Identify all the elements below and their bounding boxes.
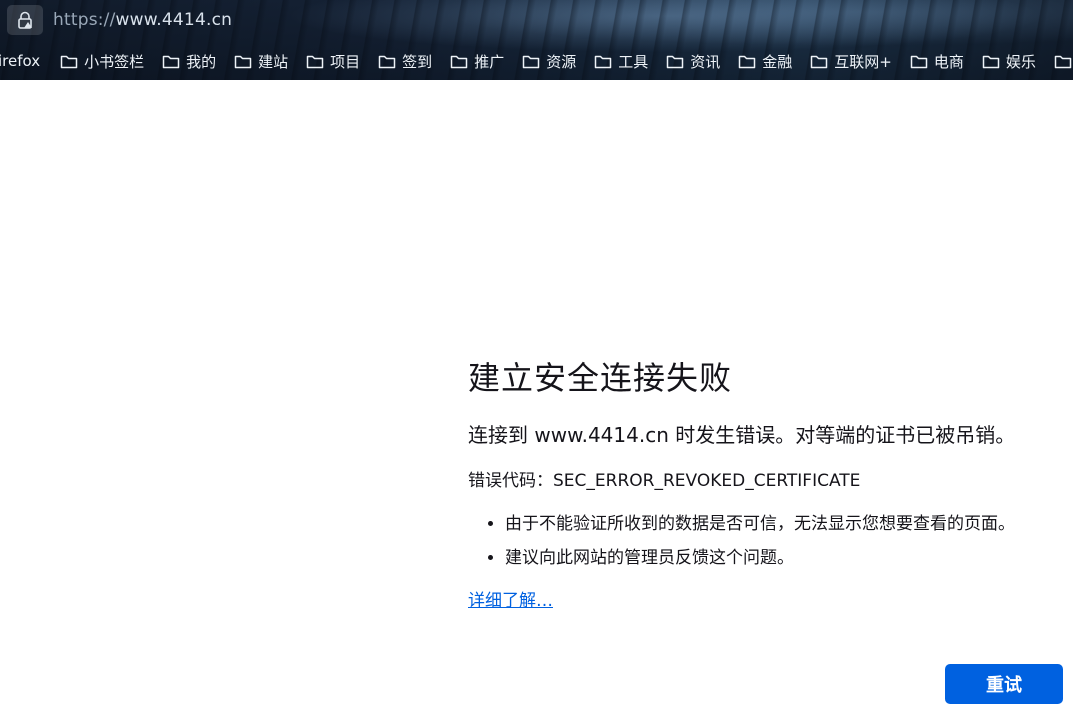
url-text[interactable]: https://www.4414.cn xyxy=(53,10,232,30)
url-host: www.4414.cn xyxy=(115,10,233,30)
bookmark-label: 金融 xyxy=(762,52,793,71)
bookmark-folder[interactable]: 推广 xyxy=(442,46,510,76)
bookmarks-toolbar: irefox 小书签栏 我的 建站 项目 签到 推广 资源 工具 资讯 金融 互… xyxy=(0,42,1073,80)
bookmark-folder[interactable]: 电商 xyxy=(902,46,970,76)
error-code-label: 错误代码： xyxy=(468,471,553,491)
bookmark-folder[interactable]: 项目 xyxy=(298,46,366,76)
error-content: 建立安全连接失败 连接到 www.4414.cn 时发生错误。对等端的证书已被吊… xyxy=(468,355,1068,613)
bookmark-label: irefox xyxy=(0,52,41,70)
bookmark-label: 推广 xyxy=(474,52,505,71)
bookmark-label: 签到 xyxy=(402,52,433,71)
bookmark-firefox[interactable]: irefox xyxy=(0,46,46,76)
bookmark-label: 我的 xyxy=(186,52,217,71)
error-code: SEC_ERROR_REVOKED_CERTIFICATE xyxy=(553,471,861,491)
folder-icon xyxy=(306,54,324,69)
folder-icon xyxy=(234,54,252,69)
bookmark-label: 建站 xyxy=(258,52,289,71)
folder-icon xyxy=(162,54,180,69)
site-info-button[interactable] xyxy=(7,5,43,35)
address-bar[interactable]: https://www.4414.cn xyxy=(0,0,1073,40)
folder-icon xyxy=(738,54,756,69)
list-item: 建议向此网站的管理员反馈这个问题。 xyxy=(505,541,1068,575)
bookmark-folder[interactable]: 签到 xyxy=(370,46,438,76)
bookmark-folder[interactable]: 工具 xyxy=(586,46,654,76)
bookmark-folder[interactable]: 资源 xyxy=(514,46,582,76)
folder-icon xyxy=(594,54,612,69)
bookmark-label: 小书签栏 xyxy=(84,52,145,71)
bookmark-folder[interactable]: 建站 xyxy=(226,46,294,76)
lock-warning-icon xyxy=(18,11,32,29)
folder-icon xyxy=(910,54,928,69)
bookmark-folder[interactable]: 娱乐 xyxy=(974,46,1042,76)
bookmark-folder-overflow[interactable] xyxy=(1046,46,1073,76)
browser-chrome: https://www.4414.cn irefox 小书签栏 我的 建站 项目… xyxy=(0,0,1073,80)
bookmark-label: 互联网+ xyxy=(834,52,892,71)
bookmark-label: 工具 xyxy=(618,52,649,71)
bookmark-folder[interactable]: 金融 xyxy=(730,46,798,76)
url-scheme: https:// xyxy=(53,10,116,30)
bookmark-label: 资讯 xyxy=(690,52,721,71)
error-details-list: 由于不能验证所收到的数据是否可信，无法显示您想要查看的页面。 建议向此网站的管理… xyxy=(468,507,1068,575)
bookmark-label: 电商 xyxy=(933,52,964,71)
bookmark-label: 项目 xyxy=(330,52,361,71)
folder-icon xyxy=(666,54,684,69)
page-title: 建立安全连接失败 xyxy=(468,359,733,397)
bookmark-label: 娱乐 xyxy=(1005,52,1036,71)
error-description: 连接到 www.4414.cn 时发生错误。对等端的证书已被吊销。 xyxy=(468,423,1016,447)
retry-button[interactable]: 重试 xyxy=(945,664,1063,704)
folder-icon xyxy=(522,54,540,69)
bookmark-folder[interactable]: 资讯 xyxy=(658,46,726,76)
folder-icon xyxy=(450,54,468,69)
folder-icon xyxy=(810,54,828,69)
folder-icon xyxy=(378,54,396,69)
folder-icon xyxy=(982,54,1000,69)
bookmark-folder[interactable]: 小书签栏 xyxy=(52,46,150,76)
list-item: 由于不能验证所收到的数据是否可信，无法显示您想要查看的页面。 xyxy=(505,507,1068,541)
learn-more-link[interactable]: 详细了解… xyxy=(468,589,553,613)
bookmark-folder[interactable]: 互联网+ xyxy=(802,46,898,76)
bookmark-folder[interactable]: 我的 xyxy=(154,46,222,76)
bookmark-label: 资源 xyxy=(546,52,577,71)
error-code-line: 错误代码：SEC_ERROR_REVOKED_CERTIFICATE xyxy=(468,469,1068,493)
folder-icon xyxy=(60,54,78,69)
folder-icon xyxy=(1054,54,1072,69)
